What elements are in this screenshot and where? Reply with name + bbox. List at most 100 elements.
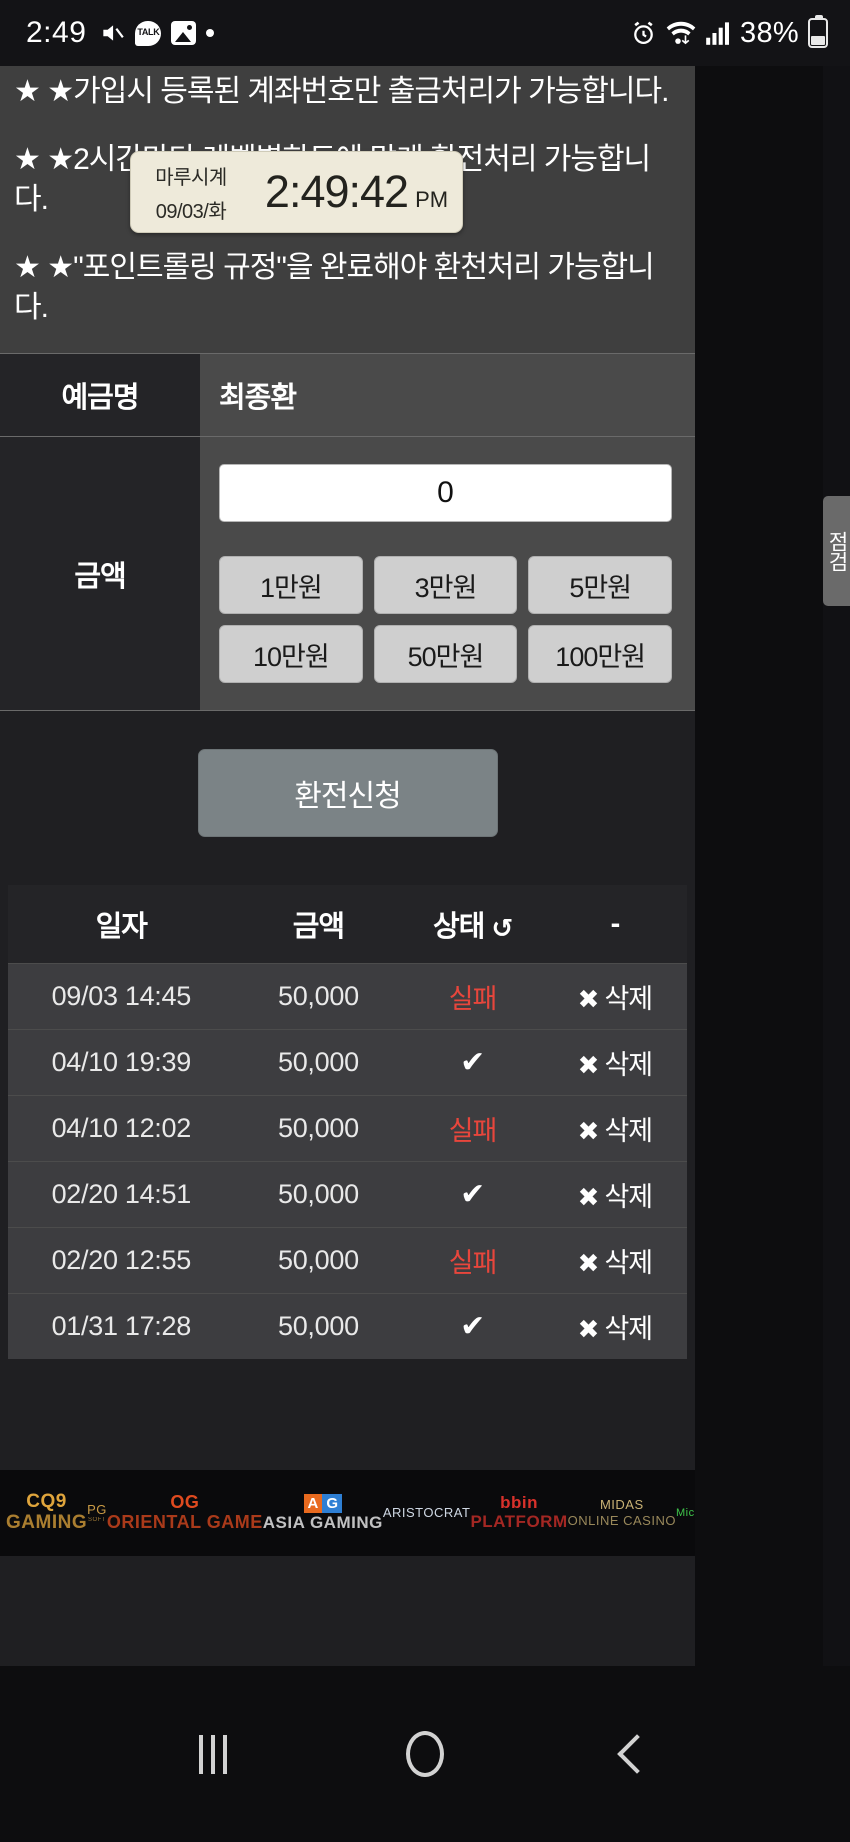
cell-status: 실패 xyxy=(402,1227,543,1294)
cell-delete[interactable]: ✖ 삭제 xyxy=(542,1293,687,1360)
floating-clock-widget[interactable]: 마루시계 09/03/화 2:49:42 PM xyxy=(130,151,463,233)
cell-date: 04/10 19:39 xyxy=(8,1029,235,1096)
cell-amount: 50,000 xyxy=(234,1029,403,1096)
account-name-label: 예금명 xyxy=(0,353,200,437)
clock-widget-time-group: 2:49:42 PM xyxy=(251,166,462,218)
delete-button[interactable]: ✖ 삭제 xyxy=(578,1247,653,1278)
battery-icon xyxy=(808,15,828,48)
history-table: 일자 금액 상태 ↺ - 09/03 14:45 50,000 실패 ✖ 삭제 … xyxy=(8,885,687,1360)
logo-midas: MIDAS ONLINE CASINO xyxy=(568,1497,676,1528)
alarm-icon xyxy=(630,20,657,47)
status-badge: 실패 xyxy=(448,1115,498,1146)
status-bar-notification-icons: TALK xyxy=(99,20,215,46)
quick-amount-button-2[interactable]: 3만원 xyxy=(373,556,518,615)
delete-button[interactable]: ✖ 삭제 xyxy=(577,1049,653,1080)
amount-input[interactable]: 0 xyxy=(219,464,672,523)
close-icon: ✖ xyxy=(577,1049,600,1080)
cell-delete[interactable]: ✖ 삭제 xyxy=(542,1095,687,1162)
withdraw-form-table: 예금명 최종환 금액 0 1만원 3만원 5만원 10만원 50만원 100만원 xyxy=(0,353,695,711)
cell-amount: 50,000 xyxy=(234,963,403,1030)
account-name-value: 최종환 xyxy=(200,353,695,437)
cell-amount: 50,000 xyxy=(234,1095,403,1162)
table-row: 02/20 14:51 50,000 ✔ ✖ 삭제 xyxy=(8,1161,687,1228)
android-navigation-bar xyxy=(0,1666,850,1842)
column-header-date: 일자 xyxy=(8,885,235,964)
amount-cell: 0 1만원 3만원 5만원 10만원 50만원 100만원 xyxy=(200,436,695,711)
cell-amount: 50,000 xyxy=(234,1293,403,1360)
logo-ag-mark: AG xyxy=(303,1493,343,1513)
history-table-head: 일자 금액 상태 ↺ - xyxy=(8,885,687,964)
logo-cq9: CQ9 GAMING xyxy=(6,1490,88,1535)
back-button[interactable] xyxy=(616,1734,657,1774)
logo-og-sub: ORIENTAL GAME xyxy=(106,1512,263,1533)
gallery-icon xyxy=(171,21,197,45)
cell-date: 02/20 12:55 xyxy=(8,1227,235,1294)
cell-status: ✔ xyxy=(402,1293,543,1360)
logo-pg-name: PG xyxy=(87,1501,107,1517)
cell-delete[interactable]: ✖ 삭제 xyxy=(542,1161,687,1228)
delete-label: 삭제 xyxy=(604,983,653,1014)
quick-amount-button-1[interactable]: 1만원 xyxy=(219,556,363,615)
cell-status: 실패 xyxy=(402,1095,543,1162)
logo-midas-name: MIDAS xyxy=(599,1497,644,1513)
account-name-row: 예금명 최종환 xyxy=(0,353,695,437)
cell-delete[interactable]: ✖ 삭제 xyxy=(542,1227,687,1294)
status-bar-clock: 2:49 xyxy=(26,16,87,49)
provider-logo-strip: CQ9 GAMING PG SOFT OG ORIENTAL GAME AG A… xyxy=(0,1470,695,1556)
wifi-icon xyxy=(666,20,696,47)
logo-bbin-sub: PLATFORM xyxy=(470,1512,568,1532)
cell-date: 02/20 14:51 xyxy=(8,1161,235,1228)
web-page: ★ ★가입시 등록된 계좌번호만 출금처리가 가능합니다. ★ ★2시간마다 레… xyxy=(0,66,695,1666)
column-header-actions: - xyxy=(542,885,687,964)
cell-status: 실패 xyxy=(402,963,543,1030)
delete-button[interactable]: ✖ 삭제 xyxy=(578,1116,653,1146)
home-button[interactable] xyxy=(405,1731,444,1777)
clock-widget-ampm: PM xyxy=(415,187,449,212)
clock-widget-info: 마루시계 09/03/화 xyxy=(131,161,251,224)
clock-widget-date: 09/03/화 xyxy=(155,200,227,223)
submit-area: 환전신청 xyxy=(0,711,695,886)
cell-date: 09/03 14:45 xyxy=(8,963,235,1030)
cell-amount: 50,000 xyxy=(234,1227,403,1294)
logo-pg-sub: SOFT xyxy=(88,1517,106,1524)
logo-cq9-sub: GAMING xyxy=(6,1512,88,1534)
delete-label: 삭제 xyxy=(604,1049,653,1080)
mute-icon xyxy=(99,20,125,46)
close-icon: ✖ xyxy=(577,1314,600,1345)
table-row: 04/10 19:39 50,000 ✔ ✖ 삭제 xyxy=(8,1029,687,1096)
delete-button[interactable]: ✖ 삭제 xyxy=(577,1181,653,1212)
logo-cq9-name: CQ9 xyxy=(26,1490,67,1512)
status-bar: 2:49 TALK 38% xyxy=(0,0,850,66)
withdraw-submit-button[interactable]: 환전신청 xyxy=(197,749,498,838)
quick-amount-grid: 1만원 3만원 5만원 10만원 50만원 100만원 xyxy=(219,556,672,684)
delete-button[interactable]: ✖ 삭제 xyxy=(577,1314,653,1345)
status-badge: ✔ xyxy=(460,1177,485,1211)
status-bar-system-icons: 38% xyxy=(630,15,828,50)
delete-label: 삭제 xyxy=(604,1247,653,1278)
table-row: 04/10 12:02 50,000 실패 ✖ 삭제 xyxy=(8,1095,687,1162)
status-badge: 실패 xyxy=(448,1247,498,1278)
battery-percentage: 38% xyxy=(740,16,799,49)
maintenance-side-tab[interactable]: 점검 xyxy=(823,496,850,606)
refresh-icon[interactable]: ↺ xyxy=(491,913,513,944)
recent-apps-button[interactable] xyxy=(199,1734,228,1774)
quick-amount-button-3[interactable]: 5만원 xyxy=(528,556,672,615)
cell-status: ✔ xyxy=(402,1029,543,1096)
column-header-status-label: 상태 xyxy=(432,911,485,944)
cell-date: 01/31 17:28 xyxy=(8,1293,235,1360)
cell-delete[interactable]: ✖ 삭제 xyxy=(542,963,687,1030)
logo-og: OG ORIENTAL GAME xyxy=(106,1492,263,1534)
column-header-amount: 금액 xyxy=(234,885,403,964)
close-icon: ✖ xyxy=(577,1181,600,1212)
cell-delete[interactable]: ✖ 삭제 xyxy=(542,1029,687,1096)
maintenance-side-tab-label: 점검 xyxy=(825,531,849,571)
status-badge: 실패 xyxy=(448,983,498,1014)
kakaotalk-icon: TALK xyxy=(135,20,162,46)
quick-amount-button-4[interactable]: 10만원 xyxy=(219,625,363,684)
quick-amount-button-5[interactable]: 50만원 xyxy=(373,625,518,684)
amount-label: 금액 xyxy=(0,436,200,711)
delete-button[interactable]: ✖ 삭제 xyxy=(578,983,653,1014)
quick-amount-button-6[interactable]: 100만원 xyxy=(528,625,672,684)
clock-widget-time: 2:49:42 xyxy=(264,166,409,217)
delete-label: 삭제 xyxy=(604,1181,653,1212)
